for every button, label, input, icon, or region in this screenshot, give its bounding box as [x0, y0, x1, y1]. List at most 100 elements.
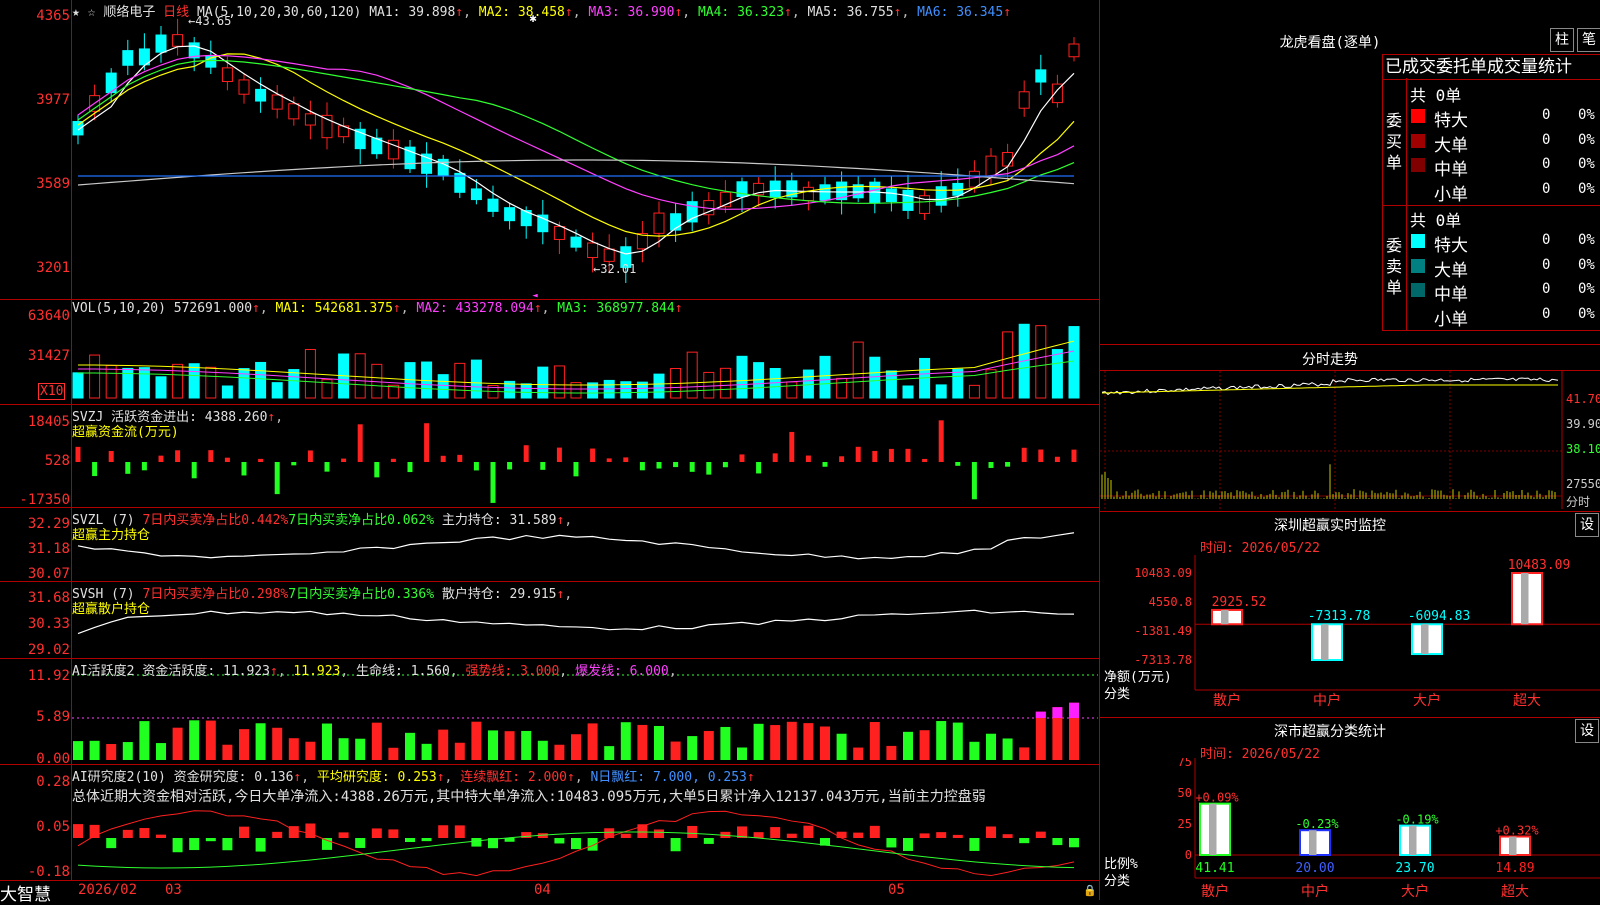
ai-research-bar [122, 829, 133, 838]
svzj-bar [872, 450, 878, 462]
lock-icon[interactable]: 🔒 [1083, 884, 1097, 897]
ai-active-bar [222, 744, 233, 760]
ai-research-bar [421, 838, 432, 842]
candle-body [122, 50, 134, 66]
svzj-bar [75, 446, 81, 462]
class-axis-label: 75 [1178, 758, 1192, 769]
svzl-line [77, 532, 1075, 560]
ai-active-bar [554, 744, 565, 760]
ai-active-bar [288, 738, 299, 760]
volume-bar [1068, 326, 1080, 399]
ai-active-bar-top [1035, 711, 1046, 718]
ai-active-axis-label: 11.92 [27, 668, 70, 684]
intraday-axis-label: 27550 [1566, 477, 1600, 491]
right-sidebar: 龙虎看盘(逐单) 柱 笔 已成交委托单成交量统计 委买单 委卖单 分时走势 41… [1100, 0, 1600, 900]
candle-body [155, 34, 167, 53]
monitor-bar-label: -7313.78 [1308, 609, 1371, 624]
ai-active-bar [504, 731, 515, 760]
low-price-mark: ←32.01 [593, 262, 637, 276]
ai-research-bars [73, 823, 1079, 853]
star-icon[interactable]: ★ [72, 5, 80, 20]
ai-research-bar [305, 823, 316, 838]
main-chart-area[interactable]: ✱ ◄ ★ ☆ 顺络电子 日线 MA(5,10,20,30,60,120) MA1… [0, 0, 1100, 905]
class-bar-shade [1209, 803, 1217, 855]
volume-bar [238, 368, 250, 399]
ai-research-bar [587, 838, 598, 851]
monitor-time: 时间: 2026/05/22 [1200, 541, 1320, 556]
candle-body [504, 207, 516, 222]
volume-bar [454, 362, 466, 399]
ai-research-bar [322, 838, 332, 850]
candles [72, 18, 1080, 284]
candle-body [271, 94, 283, 110]
monitor-bar-shade [1221, 609, 1229, 625]
svzj-bar [789, 431, 795, 462]
stock-name[interactable]: 顺络电子 [103, 5, 155, 20]
date-axis-label: 04 [534, 882, 551, 898]
intraday-chart[interactable] [1100, 371, 1600, 511]
candle-body [537, 214, 549, 233]
svzj-bar [540, 462, 546, 470]
svzj-bar [689, 462, 695, 472]
svzj-bar [125, 462, 131, 474]
svzj-bar [706, 462, 712, 475]
buy-row-count: 0 [1542, 156, 1551, 172]
buy-row-name: 大单 [1434, 135, 1468, 156]
favorite-icon[interactable]: ☆ [88, 5, 96, 20]
buy-row-name: 中单 [1434, 160, 1468, 180]
ai-active-bar [969, 741, 980, 760]
kline-canvas[interactable]: ✱◄ [0, 0, 1100, 900]
ai-active-bar [156, 743, 166, 760]
ai-active-bar [637, 724, 648, 760]
class-change-label: +0.09% [1195, 791, 1239, 805]
bar-mode-button[interactable]: 柱 [1550, 28, 1574, 52]
class-value-label: 14.89 [1495, 861, 1534, 876]
ma3-value: MA3: 36.990 [588, 5, 675, 20]
svzj-bar [424, 423, 430, 462]
svzj-bar [1054, 456, 1060, 462]
svzj-bar [241, 462, 247, 476]
candle-body [487, 198, 499, 212]
svzj-bar [108, 450, 114, 462]
period-label[interactable]: 日线 [163, 5, 189, 20]
ai-research-axis-label: -0.18 [27, 864, 70, 880]
buy-orders-label: 委买单 [1386, 111, 1403, 172]
ai-research-bar [969, 838, 980, 851]
pane-divider [0, 507, 1100, 508]
svzj-bar [457, 454, 463, 462]
svzj-bar [955, 462, 961, 466]
svzj-bar [805, 455, 811, 462]
class-settings-button[interactable]: 设 [1575, 719, 1599, 743]
ai-active-bar [388, 747, 399, 760]
ai-active-bar [405, 732, 415, 760]
intraday-price-line [1101, 377, 1559, 396]
volume-bar [537, 366, 549, 399]
ai-active-bar [305, 741, 316, 760]
monitor-settings-button[interactable]: 设 [1575, 513, 1599, 537]
monitor-bar-shade [1321, 624, 1329, 660]
volume-bar [985, 369, 997, 399]
svzj-bar [1005, 462, 1011, 467]
ma5-line [77, 159, 1075, 186]
svzj-bar [507, 462, 513, 470]
tick-mode-button[interactable]: 笔 [1577, 28, 1600, 52]
svzj-axis-label: 18405 [27, 414, 70, 430]
sell-row-count: 0 [1542, 232, 1551, 248]
ai-active-header: AI活跃度2 资金活跃度: 11.923↑, 11.923, 生命线: 1.56… [72, 664, 677, 679]
svzj-bar [988, 462, 994, 468]
ai-research-bar [803, 825, 814, 838]
date-axis-label: 2026/02 [78, 882, 138, 898]
price-axis-label: 3201 [36, 260, 70, 276]
candle-body [1068, 43, 1080, 58]
ai-research-bar [156, 834, 166, 838]
svzj-bar [739, 454, 745, 462]
candle-body [238, 79, 250, 95]
volume-bar [952, 368, 964, 399]
candle-body [221, 67, 233, 83]
volume-bars [72, 323, 1080, 399]
sell-row-name: 大单 [1434, 260, 1468, 281]
ai-research-bar [1069, 838, 1079, 848]
ai-active-bar [803, 723, 814, 760]
svzj-axis-label: -17350 [19, 492, 70, 508]
volume-bar [885, 370, 897, 399]
